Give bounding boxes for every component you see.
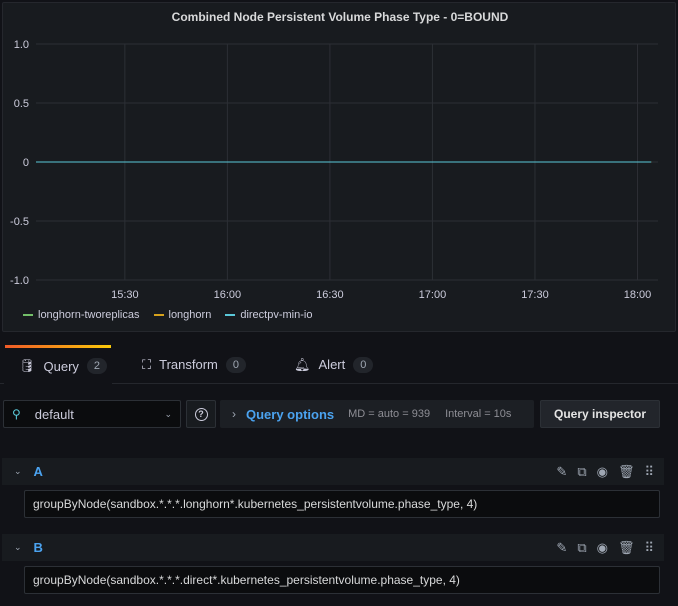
datasource-select[interactable]: ⚲ default ⌄ bbox=[3, 400, 181, 428]
y-tick-label: 1.0 bbox=[14, 39, 29, 51]
legend-swatch bbox=[153, 314, 164, 317]
transform-count-badge: 0 bbox=[225, 356, 246, 373]
chart: 1.0 0.5 0 -0.5 -1.0 15:30 16:00 16:30 17:00 17:30… bbox=[10, 39, 658, 301]
trash-icon[interactable]: 🗑︎ bbox=[618, 464, 635, 480]
chevron-down-icon: ⌄ bbox=[164, 408, 172, 419]
drag-handle-icon[interactable]: ⠿ bbox=[644, 540, 654, 556]
eye-icon[interactable]: ◉ bbox=[597, 464, 608, 480]
graph-panel: Combined Node Persistent Volume Phase Ty… bbox=[2, 2, 676, 332]
database-icon: 🛢 bbox=[19, 358, 36, 373]
query-input[interactable]: groupByNode(sandbox.*.*.*.longhorn*.kube… bbox=[24, 490, 660, 518]
tab-alert[interactable]: 🔔︎ Alert 0 bbox=[280, 345, 387, 384]
legend-item[interactable]: directpv-min-io bbox=[225, 309, 312, 321]
query-options-toggle[interactable]: › Query options MD = auto = 939 Interval… bbox=[220, 400, 534, 428]
y-tick-label: -0.5 bbox=[10, 216, 29, 228]
legend: longhorn-tworeplicas longhorn directpv-min… bbox=[23, 309, 312, 321]
x-tick-label: 18:00 bbox=[624, 289, 652, 301]
x-tick-label: 17:00 bbox=[419, 289, 447, 301]
legend-item[interactable]: longhorn bbox=[153, 309, 211, 321]
tab-transform[interactable]: ⛶ Transform 0 bbox=[128, 345, 260, 384]
query-row-header[interactable]: ⌄ B ✎ ⧉ ◉ 🗑︎ ⠿ bbox=[2, 534, 664, 561]
query-ref-id[interactable]: A bbox=[34, 464, 43, 479]
x-tick-label: 15:30 bbox=[111, 289, 139, 301]
query-row-header[interactable]: ⌄ A ✎ ⧉ ◉ 🗑︎ ⠿ bbox=[2, 458, 664, 485]
collapse-chevron-icon[interactable]: ⌄ bbox=[14, 466, 22, 477]
chevron-right-icon: › bbox=[232, 407, 236, 421]
transform-icon: ⛶ bbox=[142, 356, 152, 372]
y-tick-label: -1.0 bbox=[10, 275, 29, 287]
duplicate-icon[interactable]: ⧉ bbox=[577, 540, 586, 556]
x-tick-label: 16:30 bbox=[316, 289, 344, 301]
eye-icon[interactable]: ◉ bbox=[597, 540, 608, 556]
drag-handle-icon[interactable]: ⠿ bbox=[644, 464, 654, 480]
legend-item[interactable]: longhorn-tworeplicas bbox=[23, 309, 140, 321]
collapse-chevron-icon[interactable]: ⌄ bbox=[14, 542, 22, 553]
edit-icon[interactable]: ✎ bbox=[556, 540, 567, 556]
query-input[interactable]: groupByNode(sandbox.*.*.*.direct*.kubern… bbox=[24, 566, 660, 594]
editor-tabs: 🛢 Query 2 ⛶ Transform 0 🔔︎ Alert 0 bbox=[0, 345, 678, 384]
edit-icon[interactable]: ✎ bbox=[556, 464, 567, 480]
tab-query[interactable]: 🛢 Query 2 bbox=[4, 345, 112, 384]
alert-count-badge: 0 bbox=[353, 356, 374, 373]
legend-swatch bbox=[225, 314, 236, 317]
query-inspector-button[interactable]: Query inspector bbox=[540, 400, 660, 428]
query-ref-id[interactable]: B bbox=[34, 540, 43, 555]
trash-icon[interactable]: 🗑︎ bbox=[618, 540, 635, 556]
x-tick-label: 17:30 bbox=[521, 289, 549, 301]
help-icon: ? bbox=[194, 407, 208, 421]
query-count-badge: 2 bbox=[86, 358, 108, 374]
y-tick-label: 0.5 bbox=[14, 98, 29, 110]
help-button[interactable]: ? bbox=[186, 400, 216, 428]
x-tick-label: 16:00 bbox=[214, 289, 242, 301]
duplicate-icon[interactable]: ⧉ bbox=[577, 464, 586, 480]
bell-icon: 🔔︎ bbox=[294, 356, 311, 372]
datasource-icon: ⚲ bbox=[12, 407, 21, 421]
y-tick-label: 0 bbox=[23, 157, 29, 169]
legend-swatch bbox=[23, 314, 33, 317]
